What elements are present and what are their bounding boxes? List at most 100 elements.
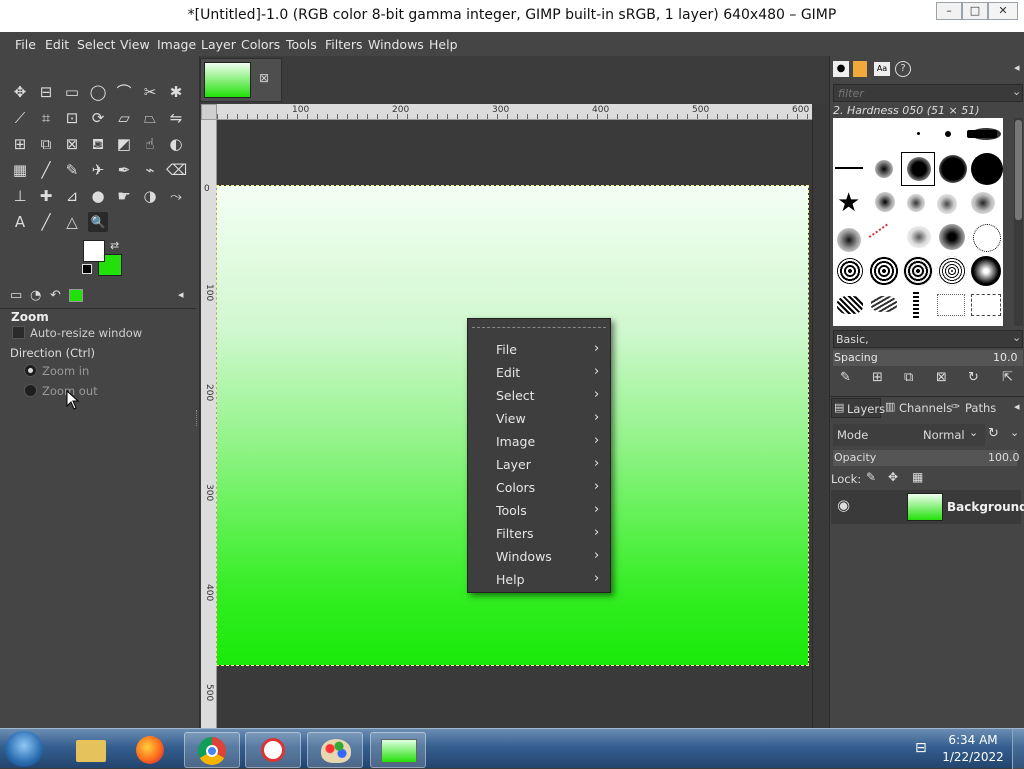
- menu-colors[interactable]: Colors: [241, 37, 280, 52]
- smudge-icon[interactable]: ☝: [140, 134, 160, 154]
- context-menu-select[interactable]: Select ›: [468, 384, 612, 407]
- blur-icon[interactable]: ●: [88, 186, 108, 206]
- color-picker-icon[interactable]: ╱: [36, 212, 56, 232]
- context-menu-windows[interactable]: Windows ›: [468, 545, 612, 568]
- show-desktop-button[interactable]: [1012, 729, 1024, 769]
- brush-swatch[interactable]: [971, 128, 1001, 140]
- ellipse-select-icon[interactable]: ◯: [88, 82, 108, 102]
- clock-date[interactable]: 1/22/2022: [940, 750, 1006, 764]
- file-explorer-icon[interactable]: [62, 732, 118, 768]
- paint-icon[interactable]: [307, 732, 363, 768]
- new-brush-icon[interactable]: ⊞: [872, 370, 883, 385]
- pencil-icon[interactable]: ✎: [62, 160, 82, 180]
- context-menu-colors[interactable]: Colors ›: [468, 476, 612, 499]
- perspective-clone-icon[interactable]: ⊿: [62, 186, 82, 206]
- cage-icon[interactable]: ⊞: [10, 134, 30, 154]
- handle-transform-icon[interactable]: ⊠: [62, 134, 82, 154]
- rotate-icon[interactable]: ⟳: [88, 108, 108, 128]
- paths-icon[interactable]: ⤳: [166, 186, 186, 206]
- help-tab-icon[interactable]: ?: [895, 61, 911, 77]
- duplicate-brush-icon[interactable]: ⧉: [904, 370, 913, 385]
- undo-history-tab-icon[interactable]: ↶: [50, 288, 61, 303]
- brush-swatch[interactable]: [875, 160, 893, 178]
- context-menu-tools[interactable]: Tools ›: [468, 499, 612, 522]
- align-icon[interactable]: ⊟: [36, 82, 56, 102]
- clone-icon[interactable]: ⊥: [10, 186, 30, 206]
- brush-swatch[interactable]: [837, 258, 863, 284]
- dodge-icon[interactable]: ◐: [166, 134, 186, 154]
- chrome-icon[interactable]: [184, 732, 240, 768]
- unified-transform-icon[interactable]: ⊡: [62, 108, 82, 128]
- fonts-tab-icon[interactable]: Aa: [874, 62, 890, 76]
- chevron-down-icon[interactable]: ⌄: [1012, 331, 1021, 344]
- menu-file[interactable]: File: [15, 37, 36, 52]
- zoom-icon[interactable]: 🔍: [88, 212, 108, 232]
- brush-swatch[interactable]: [971, 294, 1001, 316]
- switch-mode-icon[interactable]: ↻: [988, 426, 999, 441]
- brush-swatch[interactable]: [939, 224, 965, 250]
- eye-icon[interactable]: ◉: [837, 496, 850, 514]
- panel-resize-handle[interactable]: [196, 410, 199, 426]
- brush-grid[interactable]: ★: [833, 118, 1003, 326]
- delete-brush-icon[interactable]: ⊠: [936, 370, 947, 385]
- swap-colors-icon[interactable]: ⇄: [110, 239, 119, 252]
- brush-swatch[interactable]: [907, 157, 931, 181]
- context-menu-layer[interactable]: Layer ›: [468, 453, 612, 476]
- brush-swatch[interactable]: [871, 296, 897, 312]
- vertical-scrollbar[interactable]: [812, 120, 828, 728]
- brush-swatch[interactable]: [837, 296, 863, 314]
- smudge2-icon[interactable]: ☛: [114, 186, 134, 206]
- brush-swatch[interactable]: [937, 294, 965, 316]
- eraser-icon[interactable]: ⌫: [166, 160, 187, 180]
- brush-swatch[interactable]: [875, 192, 895, 212]
- images-tab-icon[interactable]: [69, 289, 83, 302]
- panel-menu-icon[interactable]: ◂: [1014, 61, 1020, 74]
- gradient-icon[interactable]: ◩: [114, 134, 134, 154]
- foreground-color-swatch[interactable]: [83, 240, 105, 262]
- wand-icon[interactable]: ⟋: [10, 108, 30, 128]
- tool-options-tab-icon[interactable]: ▭: [10, 288, 22, 303]
- brush-swatch[interactable]: [907, 226, 931, 248]
- menu-windows[interactable]: Windows: [368, 37, 424, 52]
- scissors-icon[interactable]: ✂: [140, 82, 160, 102]
- brush-swatch[interactable]: [945, 131, 951, 137]
- panel-menu-icon[interactable]: ◂: [1014, 400, 1020, 413]
- shear-icon[interactable]: ▱: [114, 108, 134, 128]
- maximize-icon[interactable]: □: [962, 2, 988, 20]
- auto-resize-checkbox[interactable]: [12, 326, 25, 339]
- star-brush-icon[interactable]: ★: [837, 188, 860, 218]
- ink-icon[interactable]: ✒: [114, 160, 134, 180]
- menu-help[interactable]: Help: [429, 37, 458, 52]
- brush-swatch[interactable]: [937, 194, 957, 214]
- brush-swatch[interactable]: [868, 223, 900, 255]
- warp-icon[interactable]: ⧉: [36, 134, 56, 154]
- opacity-slider[interactable]: Opacity 100.0: [833, 450, 1020, 466]
- tab-layers[interactable]: ▤ Layers: [831, 398, 885, 418]
- brush-swatch[interactable]: [907, 194, 925, 212]
- chevron-down-icon[interactable]: ⌄: [1010, 426, 1019, 439]
- context-menu-filters[interactable]: Filters ›: [468, 522, 612, 545]
- tab-paths[interactable]: ✑ Paths: [951, 398, 1001, 418]
- menu-filters[interactable]: Filters: [325, 37, 362, 52]
- start-orb-icon[interactable]: [5, 731, 43, 767]
- brush-tag-input[interactable]: Basic, ⌄: [833, 330, 1023, 348]
- chevron-down-icon[interactable]: ⌄: [1012, 85, 1021, 98]
- default-colors-icon[interactable]: [82, 264, 92, 274]
- menu-view[interactable]: View: [120, 37, 150, 52]
- brush-filter-input[interactable]: filter ⌄: [833, 84, 1023, 102]
- brush-grid-scrollbar[interactable]: [1014, 118, 1023, 326]
- context-menu-file[interactable]: File ›: [468, 338, 612, 361]
- brush-swatch[interactable]: [869, 256, 899, 286]
- text-icon[interactable]: A: [10, 212, 30, 232]
- minimize-icon[interactable]: –: [936, 2, 962, 20]
- brush-swatch[interactable]: [903, 256, 933, 286]
- context-menu-image[interactable]: Image ›: [468, 430, 612, 453]
- zoom-out-radio[interactable]: [24, 384, 37, 397]
- patterns-tab-icon[interactable]: [853, 61, 867, 77]
- tab-channels[interactable]: ▥ Channels: [884, 398, 952, 418]
- refresh-brushes-icon[interactable]: ↻: [968, 370, 979, 385]
- image-tab[interactable]: ⊠: [200, 58, 282, 102]
- layer-row[interactable]: ◉ Background: [831, 490, 1024, 524]
- clock-time[interactable]: 6:34 AM: [940, 733, 1006, 747]
- measure-icon[interactable]: △: [62, 212, 82, 232]
